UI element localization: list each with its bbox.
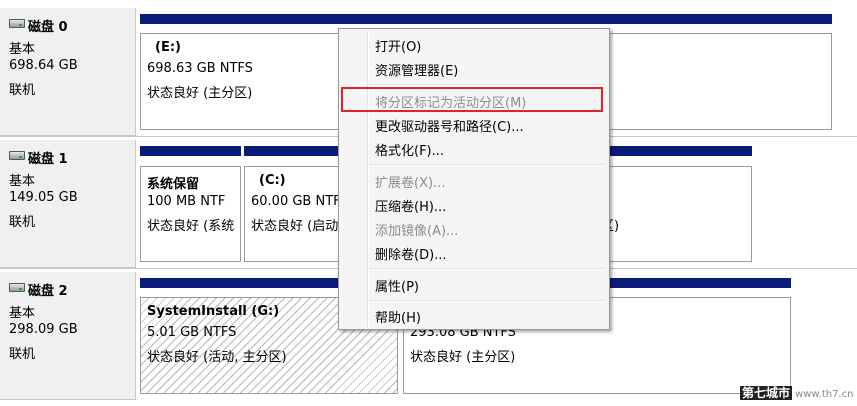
disk-2-label[interactable]: 磁盘 2 基本 298.09 GB 联机 xyxy=(0,272,136,400)
partition-state: 状态良好 (主分区) xyxy=(147,86,253,101)
partition-state: 状态良好 (启动 xyxy=(251,219,339,234)
partition-state: 状态良好 (主分区) xyxy=(410,350,516,365)
disk-icon xyxy=(9,151,25,160)
disk-name: 磁盘 2 xyxy=(28,284,68,299)
partition-title: (E:) xyxy=(155,40,181,55)
disk-type: 基本 xyxy=(9,306,36,321)
disk-size: 698.64 GB xyxy=(9,58,78,73)
watermark: 第七城市 www.th7.cn xyxy=(740,384,853,404)
menu-item-change-drive-letter[interactable]: 更改驱动器号和路径(C)... xyxy=(375,116,524,135)
menu-item-shrink-volume[interactable]: 压缩卷(H)... xyxy=(375,196,446,215)
menu-item-explorer[interactable]: 资源管理器(E) xyxy=(375,60,458,79)
menu-item-properties[interactable]: 属性(P) xyxy=(375,276,419,295)
menu-item-help[interactable]: 帮助(H) xyxy=(375,307,421,326)
disk-icon xyxy=(9,19,25,28)
partition-state: 状态良好 (活动, 主分区) xyxy=(147,350,287,365)
disk-0-label[interactable]: 磁盘 0 基本 698.64 GB 联机 xyxy=(0,8,136,136)
disk-status: 联机 xyxy=(9,347,36,362)
menu-item-format[interactable]: 格式化(F)... xyxy=(375,140,444,159)
menu-separator xyxy=(369,164,605,166)
partition-title: 系统保留 xyxy=(147,177,200,192)
menu-item-delete-volume[interactable]: 删除卷(D)... xyxy=(375,244,447,263)
menu-separator xyxy=(369,268,605,270)
disk-name: 磁盘 1 xyxy=(28,152,68,167)
partition-state: 状态良好 (系统 xyxy=(147,219,235,234)
menu-item-open[interactable]: 打开(O) xyxy=(375,36,421,55)
partition-e-header xyxy=(140,14,832,24)
disk-type: 基本 xyxy=(9,174,36,189)
watermark-brand: 第七城市 xyxy=(740,386,793,400)
partition-fs: 5.01 GB NTFS xyxy=(147,325,237,340)
disk-status: 联机 xyxy=(9,215,36,230)
partition-title: SystemInstall (G:) xyxy=(147,304,280,319)
menu-item-add-mirror[interactable]: 添加镜像(A)... xyxy=(375,220,458,239)
menu-separator xyxy=(369,300,605,302)
disk-size: 298.09 GB xyxy=(9,322,78,337)
menu-item-extend-volume[interactable]: 扩展卷(X)... xyxy=(375,172,445,191)
partition-fs: 100 MB NTF xyxy=(147,194,226,209)
disk-status: 联机 xyxy=(9,83,36,98)
partition-fs: 60.00 GB NTF xyxy=(251,194,341,209)
partition-system-reserved[interactable]: 系统保留 100 MB NTF 状态良好 (系统 xyxy=(140,166,241,262)
disk-icon xyxy=(9,283,25,292)
watermark-url: www.th7.cn xyxy=(795,389,854,400)
partition-reserved-header xyxy=(140,146,241,156)
highlight-box xyxy=(341,87,603,112)
menu-separator xyxy=(369,84,605,86)
disk-size: 149.05 GB xyxy=(9,190,78,205)
menu-gutter xyxy=(367,31,369,327)
disk-1-label[interactable]: 磁盘 1 基本 149.05 GB 联机 xyxy=(0,140,136,268)
partition-fs: 698.63 GB NTFS xyxy=(147,61,253,76)
disk-name: 磁盘 0 xyxy=(28,20,68,35)
disk-type: 基本 xyxy=(9,42,36,57)
context-menu: 打开(O) 资源管理器(E) 将分区标记为活动分区(M) 更改驱动器号和路径(C… xyxy=(338,28,610,330)
partition-title: (C:) xyxy=(259,173,286,188)
